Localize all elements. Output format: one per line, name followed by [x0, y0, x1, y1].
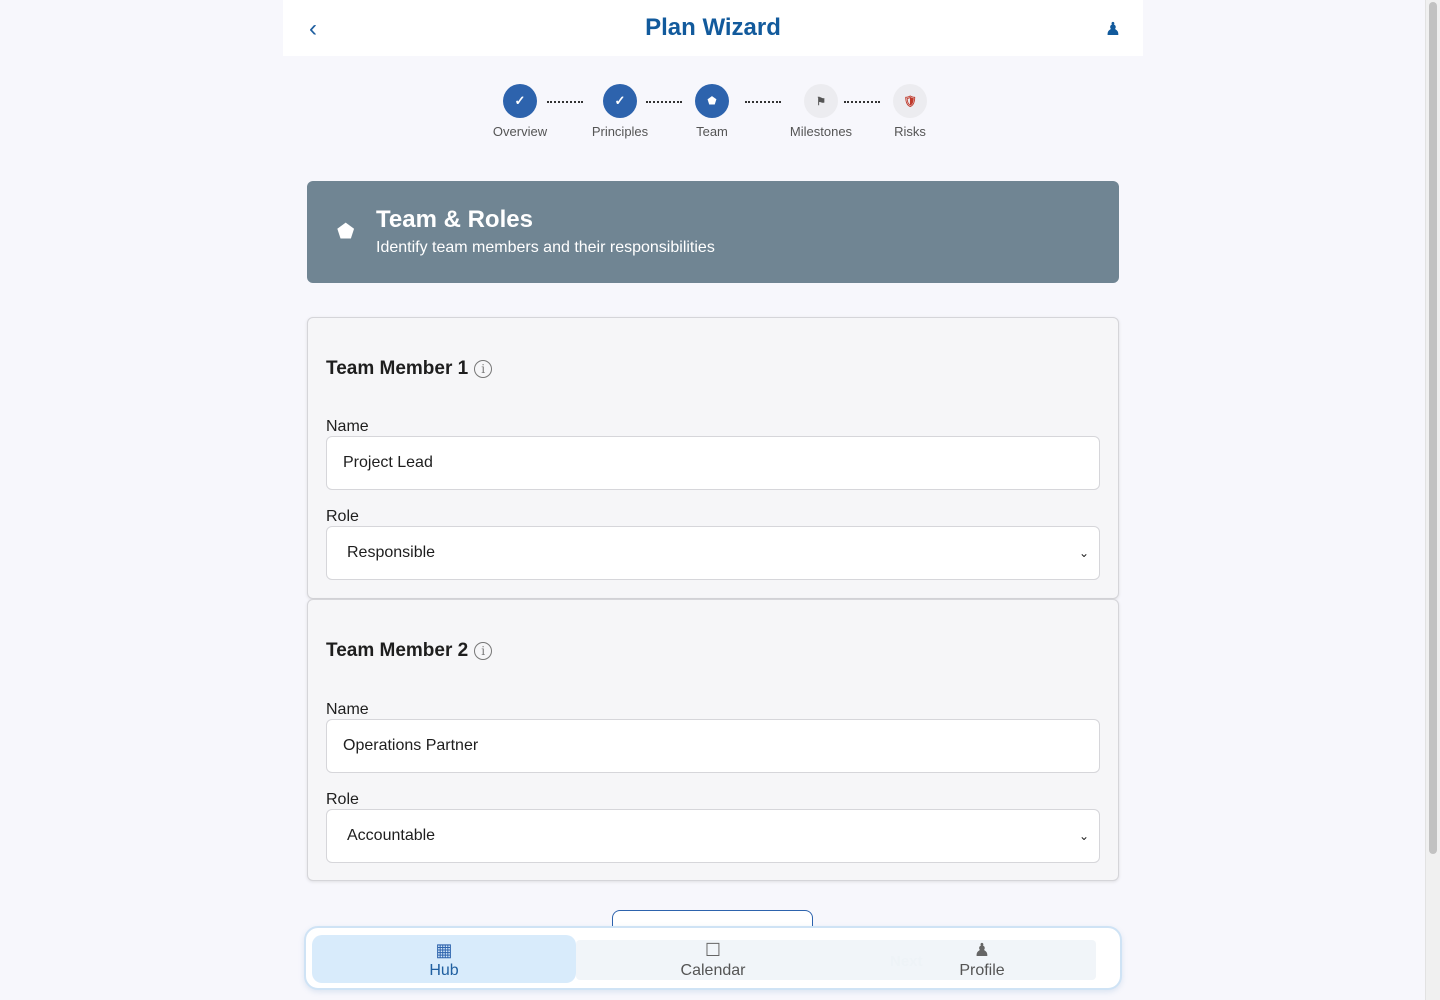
step-label: Overview: [492, 124, 548, 139]
step-team[interactable]: ⬟ Team: [672, 84, 752, 139]
nav-item-hub[interactable]: ▦ Hub: [312, 935, 576, 983]
step-principles[interactable]: ✓ Principles: [580, 84, 660, 139]
page-title: Plan Wizard: [645, 14, 781, 41]
member-title-text: Team Member 1: [326, 358, 469, 379]
member-title-text: Team Member 2: [326, 640, 469, 661]
section-header-banner: ⬟ Team & Roles Identify team members and…: [307, 181, 1119, 283]
info-icon[interactable]: i: [474, 360, 493, 378]
check-icon: ✓: [503, 84, 537, 118]
team-icon: ⬟: [337, 221, 355, 243]
team-member-card: Team Member 2 i Name Operations Partner …: [307, 599, 1119, 881]
team-icon: ⬟: [695, 84, 729, 118]
flag-icon: ⚑: [804, 84, 838, 118]
step-connector: [547, 101, 583, 103]
nav-label: Hub: [429, 962, 459, 979]
name-field[interactable]: Project Lead: [326, 436, 1100, 490]
section-subtitle: Identify team members and their responsi…: [376, 239, 715, 256]
vertical-scrollbar[interactable]: [1425, 0, 1440, 1000]
check-icon: ✓: [603, 84, 637, 118]
name-label: Name: [326, 418, 369, 435]
step-risks[interactable]: 🛡 Risks: [870, 84, 950, 139]
person-icon: ♟: [973, 940, 991, 960]
role-select-value: Responsible: [347, 544, 436, 561]
step-label: Team: [696, 124, 728, 139]
plan-wizard-page: ‹ Plan Wizard ♟ ✓ Overview ✓ Principles …: [283, 0, 1143, 1000]
person-icon[interactable]: ♟: [1101, 16, 1125, 42]
nav-label: Calendar: [680, 962, 746, 979]
wizard-stepper: ✓ Overview ✓ Principles ⬟ Team ⚑ Milesto…: [283, 84, 1143, 144]
info-icon[interactable]: i: [474, 642, 493, 660]
top-bar: ‹ Plan Wizard ♟: [283, 0, 1143, 56]
role-label: Role: [326, 508, 359, 525]
chevron-down-icon: ⌄: [1078, 829, 1089, 843]
role-select[interactable]: Responsible ⌄: [326, 526, 1100, 580]
step-connector: [745, 101, 781, 103]
bottom-nav: Next ▦ Hub ☐ Calendar ♟ Profile: [304, 926, 1122, 990]
nav-item-profile[interactable]: ♟ Profile: [850, 935, 1114, 983]
scrollbar-thumb[interactable]: [1429, 2, 1437, 854]
name-label: Name: [326, 701, 369, 718]
step-label: Milestones: [789, 124, 853, 139]
grid-icon: ▦: [435, 940, 453, 960]
member-title: Team Member 1 i: [326, 358, 493, 380]
step-overview[interactable]: ✓ Overview: [480, 84, 560, 139]
section-title: Team & Roles: [376, 206, 533, 233]
step-milestones[interactable]: ⚑ Milestones: [781, 84, 861, 139]
calendar-icon: ☐: [704, 940, 722, 960]
member-title: Team Member 2 i: [326, 640, 493, 662]
step-label: Principles: [591, 124, 649, 139]
name-field[interactable]: Operations Partner: [326, 719, 1100, 773]
shield-icon: 🛡: [893, 84, 927, 118]
role-select-value: Accountable: [347, 827, 436, 844]
role-select[interactable]: Accountable ⌄: [326, 809, 1100, 863]
nav-item-calendar[interactable]: ☐ Calendar: [581, 935, 845, 983]
nav-label: Profile: [959, 962, 1005, 979]
team-member-card: Team Member 1 i Name Project Lead Role R…: [307, 317, 1119, 599]
role-label: Role: [326, 791, 359, 808]
step-label: Risks: [894, 124, 926, 139]
chevron-down-icon: ⌄: [1078, 546, 1089, 560]
